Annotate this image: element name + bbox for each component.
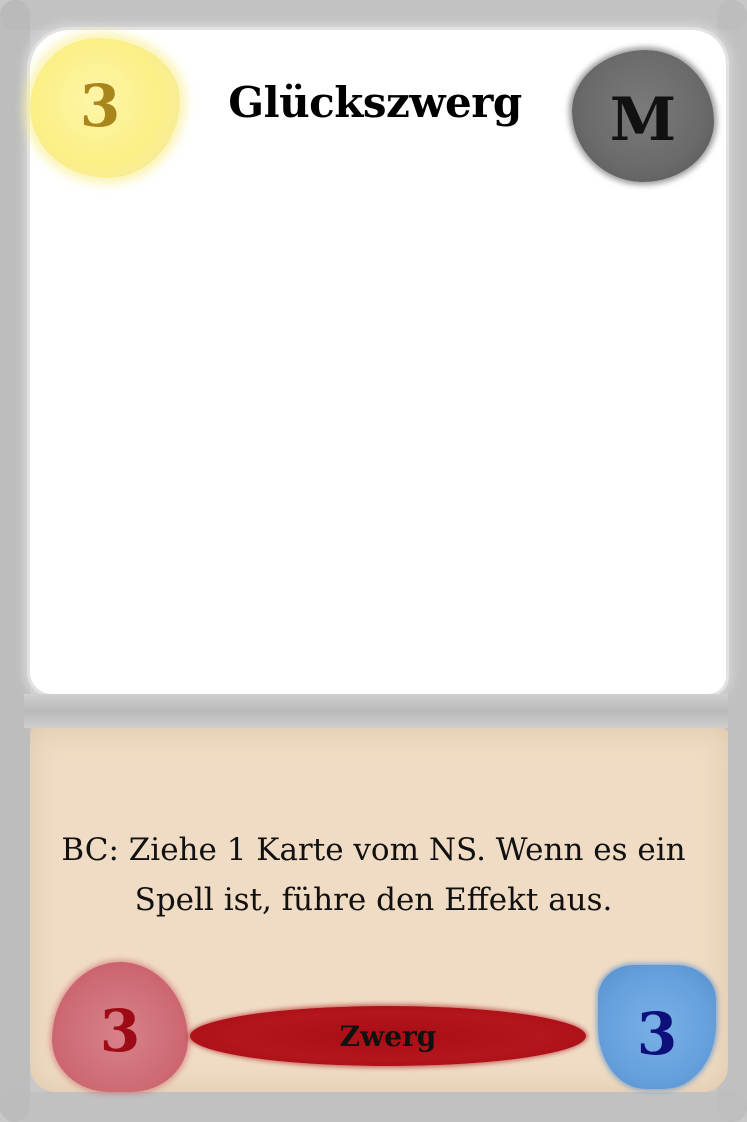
game-card[interactable]: 3 Glückszwerg M BC: Ziehe 1 Karte vom NS…	[0, 0, 747, 1122]
tribe-banner: Zwerg	[190, 1006, 586, 1066]
rarity-value: M	[609, 85, 677, 155]
frame-texture	[0, 0, 30, 1122]
health-value: 3	[636, 1000, 678, 1068]
rarity-gem: M	[572, 50, 714, 182]
health-gem: 3	[598, 965, 716, 1089]
mana-cost-value: 3	[79, 72, 121, 140]
frame-divider	[24, 694, 728, 728]
card-effect-text: BC: Ziehe 1 Karte vom NS. Wenn es ein Sp…	[61, 832, 686, 918]
card-title: Glückszwerg	[228, 78, 522, 127]
attack-value: 3	[99, 997, 141, 1065]
tribe-label: Zwerg	[339, 1019, 437, 1053]
frame-texture	[0, 1092, 747, 1122]
frame-texture	[0, 0, 747, 30]
